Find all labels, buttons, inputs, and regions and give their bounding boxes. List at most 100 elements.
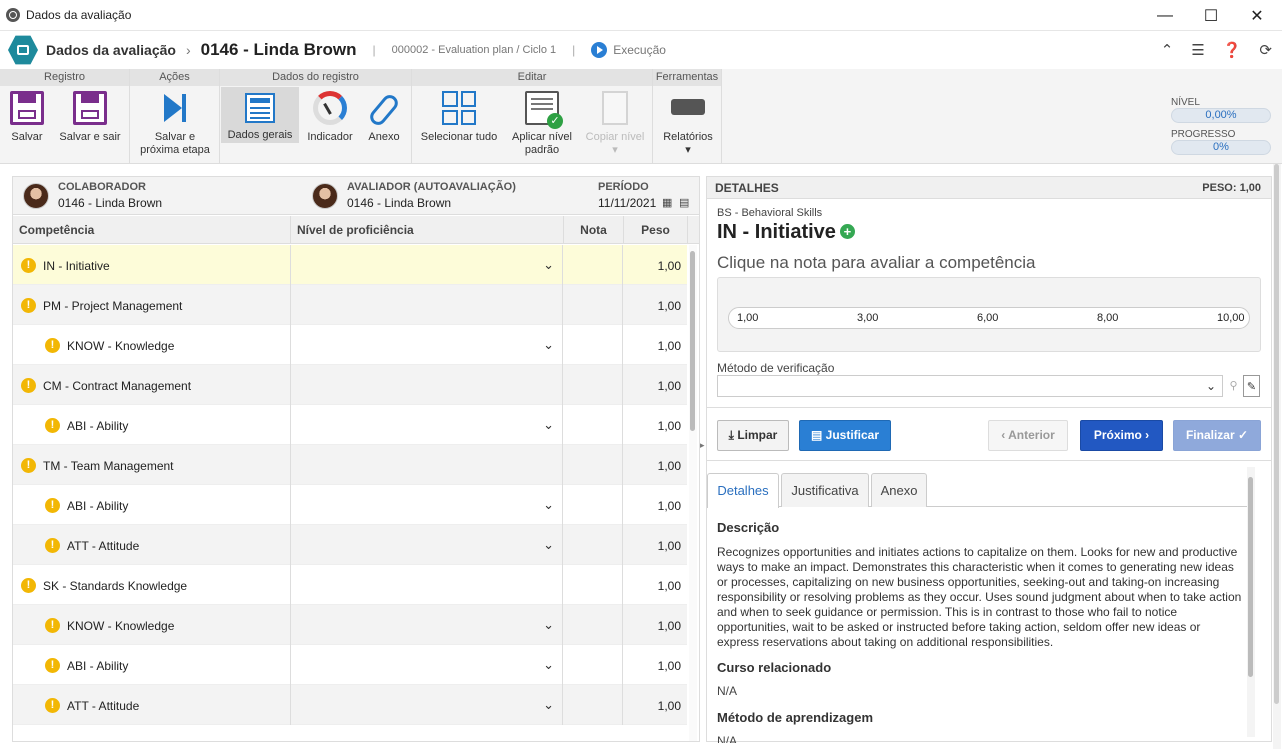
competence-name: PM - Project Management (43, 299, 183, 313)
window-title-bar: Dados da avaliação (0, 0, 1282, 31)
warning-icon: ! (21, 258, 36, 273)
competence-title: IN - Initiative + (717, 221, 855, 244)
chevron-down-icon: ⌄ (543, 257, 554, 272)
skip-next-icon (162, 91, 188, 125)
ribbon-toolbar: Registro Ações Dados do registro Editar … (0, 69, 1282, 164)
proficiency-select[interactable]: ⌄ (290, 325, 563, 365)
collapse-up-icon[interactable]: ⌃ (1161, 41, 1174, 59)
score-option[interactable]: 6,00 (977, 312, 998, 324)
details-title: DETALHES (715, 181, 779, 195)
save-exit-button[interactable]: Salvar e sair (54, 89, 126, 144)
proficiency-select[interactable]: ⌄ (290, 645, 563, 685)
paperclip-icon (367, 91, 401, 125)
save-button[interactable]: Salvar (6, 89, 48, 144)
table-row[interactable]: ! CM - Contract Management 1,00 (13, 365, 687, 405)
competence-name: KNOW - Knowledge (67, 339, 175, 353)
proficiency-select[interactable]: ⌄ (290, 245, 563, 285)
competence-name: SK - Standards Knowledge (43, 579, 188, 593)
page-title: 0146 - Linda Brown (200, 40, 357, 59)
attachment-button[interactable]: Anexo (362, 89, 406, 144)
proficiency-select[interactable]: ⌄ (290, 525, 563, 565)
description-title: Descrição (717, 520, 780, 535)
chevron-down-icon: ⌄ (543, 617, 554, 632)
close-button[interactable]: ✕ (1234, 0, 1280, 31)
page-scrollbar[interactable] (1273, 164, 1281, 749)
table-row[interactable]: ! PM - Project Management 1,00 (13, 285, 687, 325)
table-row[interactable]: ! KNOW - Knowledge ⌄ 1,00 (13, 325, 687, 365)
warning-icon: ! (45, 538, 60, 553)
score-option[interactable]: 8,00 (1097, 312, 1118, 324)
proficiency-select[interactable]: ⌄ (290, 685, 563, 725)
previous-button[interactable]: ‹ Anterior (988, 420, 1068, 451)
brush-icon[interactable]: ✎ (1243, 375, 1260, 397)
table-row[interactable]: ! ATT - Attitude ⌄ 1,00 (13, 685, 687, 725)
details-tabs: Detalhes Justificativa Anexo (707, 471, 1255, 508)
gauge-icon (313, 91, 347, 125)
calendar-icon[interactable]: ▦ (662, 196, 672, 209)
indicator-button[interactable]: Indicador (302, 89, 358, 144)
apply-default-level-button[interactable]: Aplicar nível padrão (506, 89, 578, 157)
details-scrollbar[interactable] (1247, 467, 1255, 737)
col-nivel[interactable]: Nível de proficiência (290, 216, 563, 244)
table-row[interactable]: ! KNOW - Knowledge ⌄ 1,00 (13, 605, 687, 645)
score-box: 1,00 3,00 6,00 8,00 10,00 (717, 277, 1261, 352)
message-icon[interactable]: ▤ (679, 196, 689, 209)
col-competencia[interactable]: Competência (13, 216, 290, 244)
binoculars-icon[interactable]: ⚲ (1225, 375, 1242, 397)
finish-button[interactable]: Finalizar ✓ (1173, 420, 1261, 451)
reports-button[interactable]: Relatórios ▾ (658, 89, 718, 157)
table-row[interactable]: ! TM - Team Management 1,00 (13, 445, 687, 485)
warning-icon: ! (21, 378, 36, 393)
competence-name: IN - Initiative (43, 259, 110, 273)
clear-button[interactable]: ⤓ Limpar (717, 420, 789, 451)
peso-cell: 1,00 (657, 579, 681, 593)
add-icon[interactable]: + (839, 224, 855, 239)
nota-cell (563, 485, 623, 525)
apply-check-icon (525, 91, 563, 129)
tab-justificativa[interactable]: Justificativa (781, 473, 869, 507)
proficiency-select[interactable]: ⌄ (290, 485, 563, 525)
competence-list: ! IN - Initiative ⌄ 1,00! PM - Project Manag… (13, 245, 687, 725)
printer-icon (671, 91, 705, 125)
breadcrumb-root[interactable]: Dados da avaliação (46, 42, 176, 58)
table-row[interactable]: ! SK - Standards Knowledge 1,00 (13, 565, 687, 605)
table-row[interactable]: ! ATT - Attitude ⌄ 1,00 (13, 525, 687, 565)
table-row[interactable]: ! ABI - Ability ⌄ 1,00 (13, 405, 687, 445)
proficiency-select[interactable]: ⌄ (290, 605, 563, 645)
save-next-step-button[interactable]: Salvar e próxima etapa (134, 89, 216, 157)
list-icon[interactable]: ☰ (1191, 41, 1204, 59)
table-row[interactable]: ! ABI - Ability ⌄ 1,00 (13, 485, 687, 525)
general-data-button[interactable]: Dados gerais (221, 87, 299, 143)
table-row[interactable]: ! IN - Initiative ⌄ 1,00 (13, 245, 687, 285)
chevron-down-icon: ⌄ (543, 337, 554, 352)
method-select[interactable]: ⌄ (717, 375, 1223, 397)
minimize-button[interactable]: — (1142, 0, 1188, 31)
score-option[interactable]: 1,00 (737, 312, 758, 324)
proficiency-select[interactable]: ⌄ (290, 405, 563, 445)
score-option[interactable]: 3,00 (857, 312, 878, 324)
justify-button[interactable]: ▤ Justificar (799, 420, 891, 451)
chevron-down-icon: ⌄ (543, 697, 554, 712)
window-title: Dados da avaliação (26, 8, 132, 22)
col-nota[interactable]: Nota (563, 216, 623, 244)
score-slider[interactable]: 1,00 3,00 6,00 8,00 10,00 (728, 307, 1250, 329)
help-icon[interactable]: ❓ (1223, 41, 1242, 59)
col-peso[interactable]: Peso (623, 216, 687, 244)
play-status-icon (591, 42, 608, 58)
peso-cell: 1,00 (657, 299, 681, 313)
select-all-button[interactable]: Selecionar tudo (416, 89, 502, 144)
next-button[interactable]: Próximo › (1080, 420, 1163, 451)
tab-anexo[interactable]: Anexo (871, 473, 927, 507)
proficiency-select (290, 565, 563, 605)
list-scrollbar[interactable] (689, 245, 697, 741)
tab-detalhes[interactable]: Detalhes (707, 473, 779, 508)
maximize-button[interactable]: ☐ (1188, 0, 1234, 31)
app-logo-icon (8, 35, 38, 65)
copy-level-button[interactable]: Copiar nível ▾ (582, 89, 648, 157)
score-option[interactable]: 10,00 (1217, 312, 1245, 324)
table-row[interactable]: ! ABI - Ability ⌄ 1,00 (13, 645, 687, 685)
peso-cell: 1,00 (657, 419, 681, 433)
refresh-icon[interactable]: ⟳ (1259, 41, 1272, 59)
course-title: Curso relacionado (717, 660, 832, 675)
warning-icon: ! (45, 498, 60, 513)
